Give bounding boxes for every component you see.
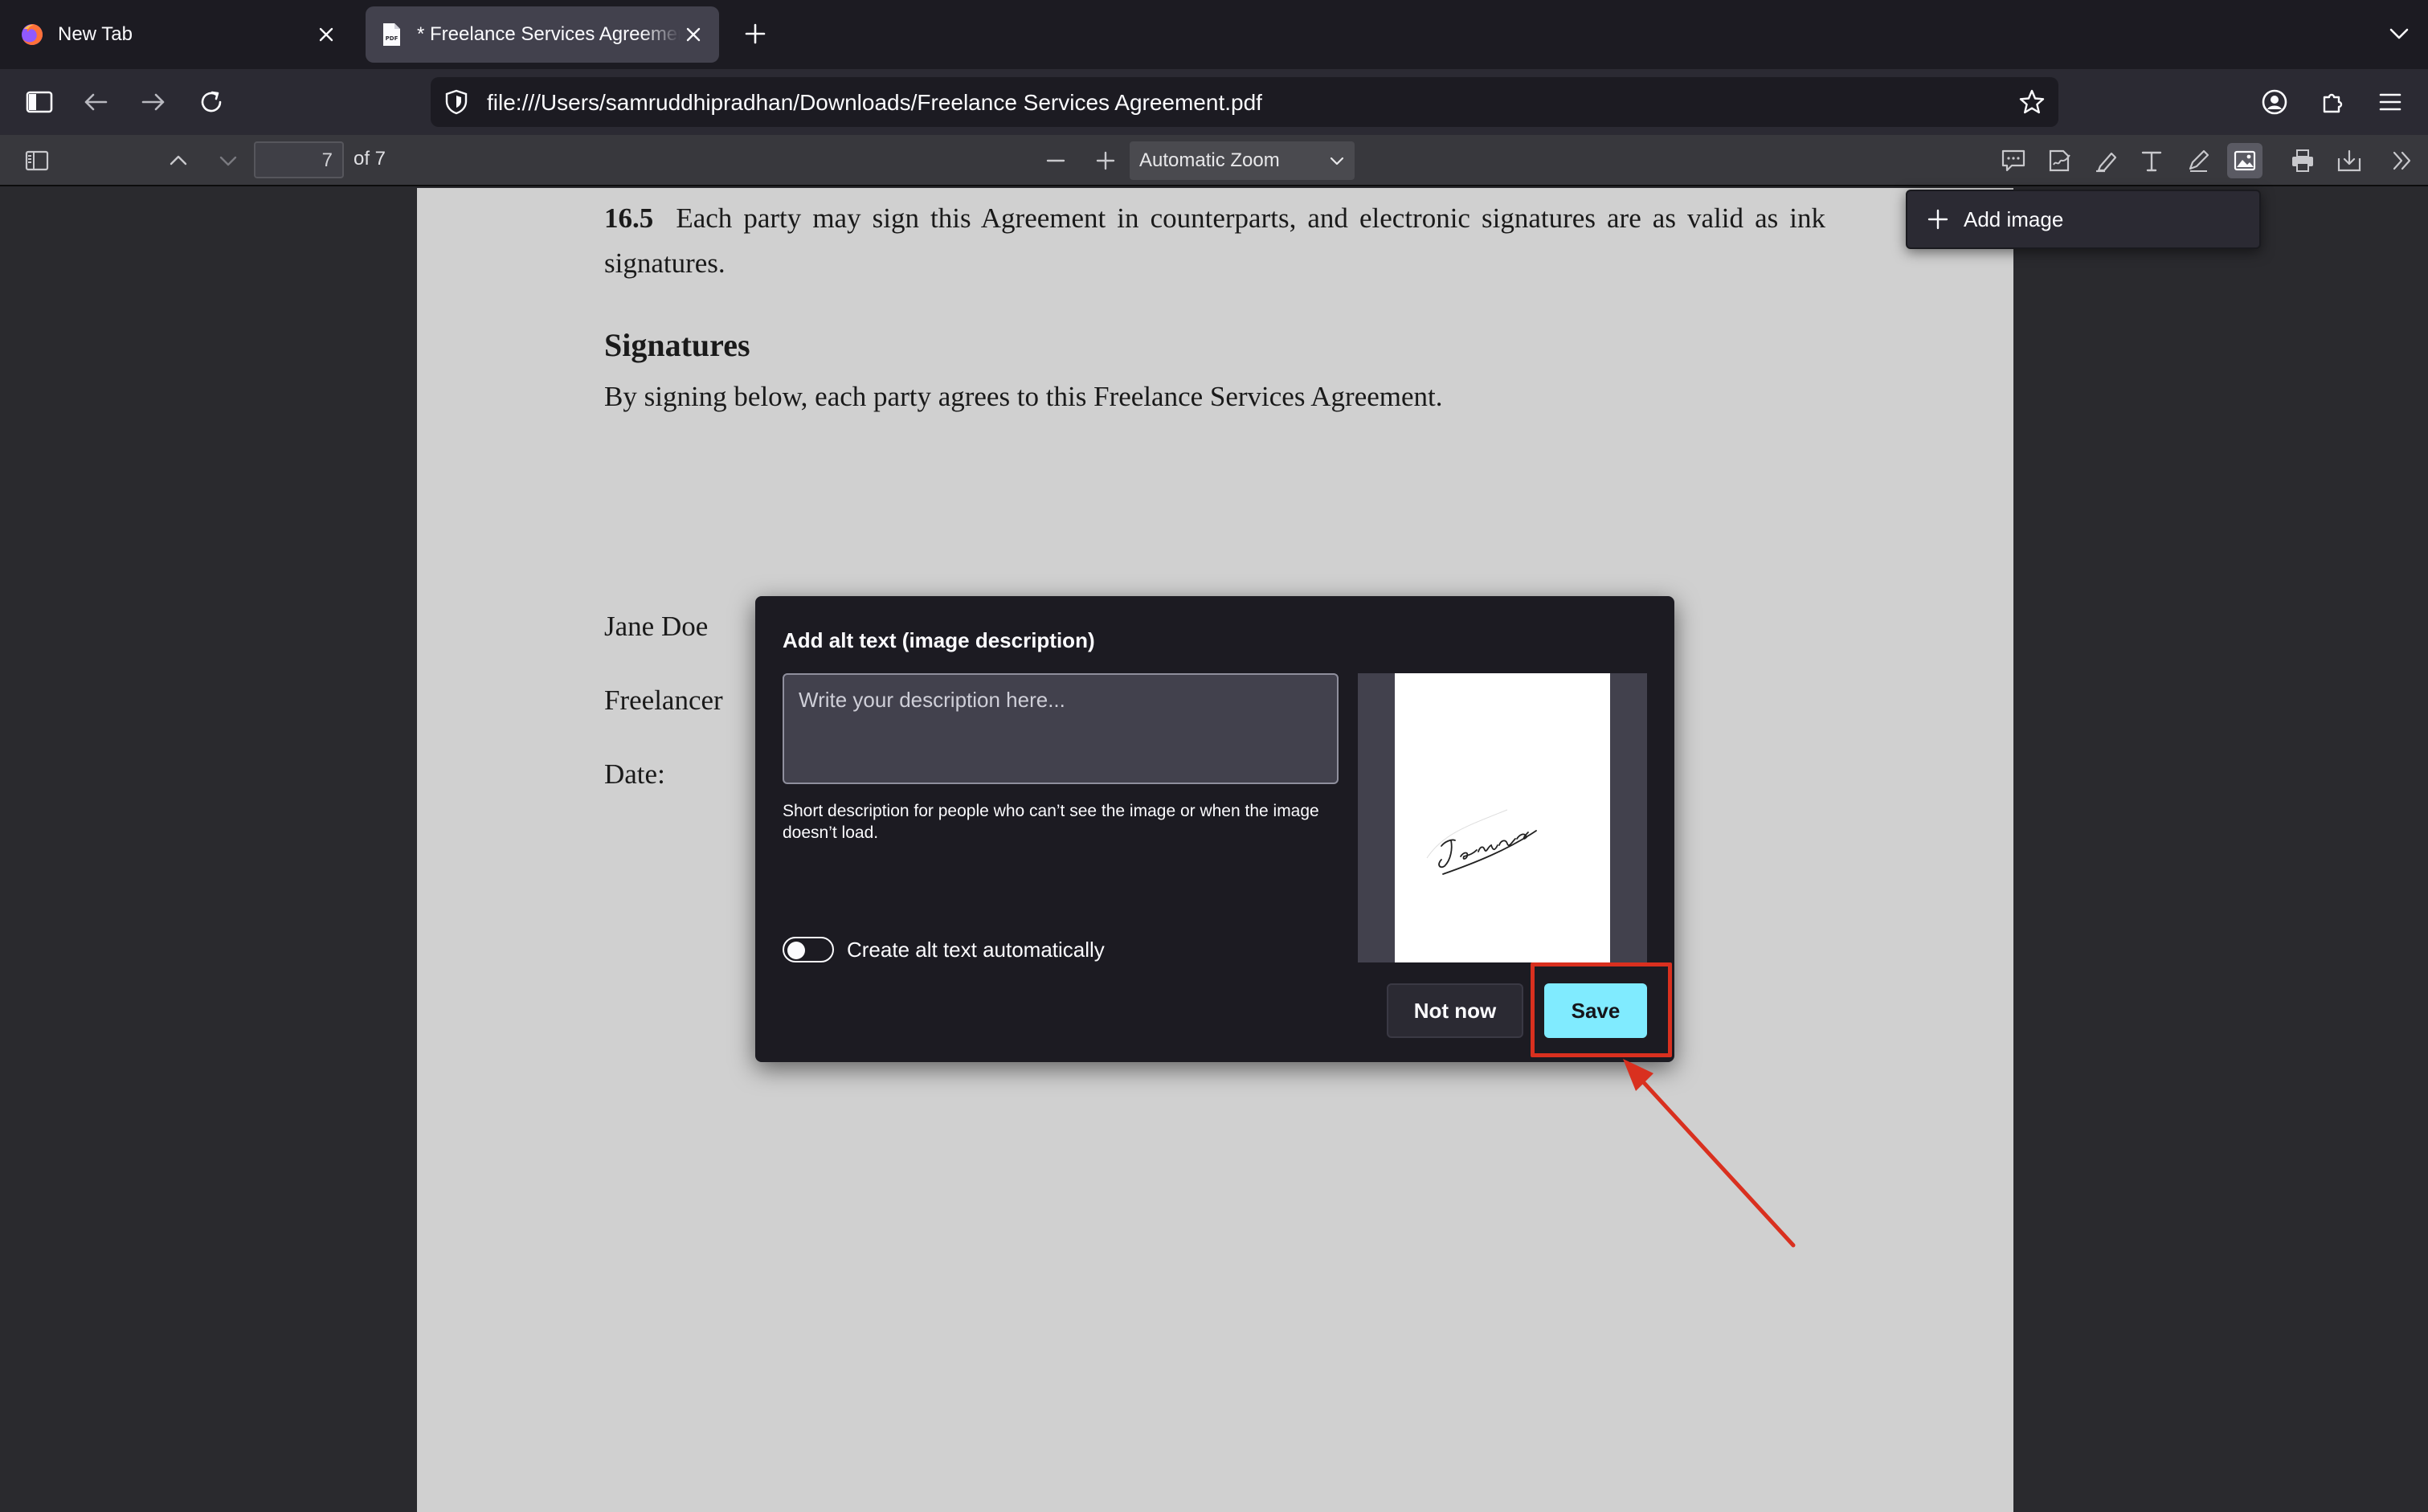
zoom-out-minus-icon[interactable] (1038, 143, 1073, 178)
reload-icon[interactable] (191, 82, 231, 122)
bookmark-star-icon[interactable] (2017, 87, 2047, 117)
alt-text-description-input[interactable]: Write your description here... (783, 673, 1339, 784)
zoom-select[interactable]: Automatic Zoom (1130, 141, 1355, 180)
hamburger-menu-icon[interactable] (2370, 82, 2410, 122)
signatures-heading: Signatures (604, 327, 750, 363)
toggle-knob (787, 942, 805, 959)
tab-pdf-document[interactable]: PDF * Freelance Services Agreement.pdf (366, 6, 719, 63)
chevron-down-icon[interactable] (2381, 16, 2417, 51)
new-tab-plus-icon[interactable] (738, 16, 773, 51)
navigation-toolbar: file:///Users/samruddhipradhan/Downloads… (0, 69, 2428, 135)
page-number-input[interactable]: 7 (254, 141, 344, 178)
add-image-button[interactable]: Add image (1906, 190, 2261, 249)
save-download-icon[interactable] (2332, 143, 2367, 178)
clause-number: 16.5 (604, 202, 654, 234)
tracking-protection-shield-icon[interactable] (442, 88, 471, 116)
close-tab-icon[interactable] (681, 22, 706, 47)
previous-page-chevron-up-icon[interactable] (161, 143, 196, 178)
save-highlight-annotation (1531, 962, 1672, 1057)
highlight-icon[interactable] (2089, 143, 2124, 178)
extensions-puzzle-icon[interactable] (2312, 82, 2352, 122)
dialog-title: Add alt text (image description) (783, 628, 1095, 652)
chevron-down-icon (1327, 151, 1347, 170)
image-preview-frame: Jenna (1358, 673, 1647, 962)
text-tool-icon[interactable] (2134, 143, 2169, 178)
signer-role: Freelancer (604, 684, 723, 716)
pointer-arrow-annotation (1623, 1059, 1796, 1248)
print-icon[interactable] (2285, 143, 2320, 178)
plus-icon (1927, 208, 1949, 231)
comment-icon[interactable] (1996, 143, 2031, 178)
next-page-chevron-down-icon[interactable] (211, 143, 246, 178)
draw-pen-icon[interactable] (2181, 143, 2216, 178)
tab-new-tab[interactable]: New Tab (6, 6, 352, 63)
signer-name: Jane Doe (604, 611, 709, 642)
svg-text:PDF: PDF (386, 35, 399, 42)
signatures-intro: By signing below, each party agrees to t… (604, 381, 1443, 412)
forward-arrow-icon[interactable] (133, 82, 174, 122)
tab-title: * Freelance Services Agreement.pdf (417, 23, 681, 45)
sidebar-toggle-icon[interactable] (19, 82, 59, 122)
clause-text: Each party may sign this Agreement in co… (604, 202, 1826, 279)
add-image-tool-icon[interactable] (2227, 143, 2262, 178)
back-arrow-icon[interactable] (76, 82, 116, 122)
signature-text: Jenna (1535, 829, 1538, 831)
tab-strip: New Tab PDF * Freelance Services Agreeme… (0, 0, 2428, 69)
zoom-select-value: Automatic Zoom (1139, 149, 1280, 171)
auto-alt-text-toggle[interactable] (783, 937, 834, 962)
tools-double-chevron-icon[interactable] (2385, 143, 2420, 178)
tab-title: New Tab (58, 23, 133, 45)
zoom-in-plus-icon[interactable] (1088, 143, 1123, 178)
page-count-label: of 7 (354, 148, 386, 170)
close-tab-icon[interactable] (313, 22, 339, 47)
dialog-help-text: Short description for people who can’t s… (783, 802, 1319, 842)
toggle-sidebar-icon[interactable] (19, 143, 55, 178)
auto-alt-text-label: Create alt text automatically (847, 938, 1105, 962)
url-text: file:///Users/samruddhipradhan/Downloads… (487, 90, 1262, 115)
not-now-button[interactable]: Not now (1387, 983, 1523, 1038)
signature-image-preview: Jenna (1395, 673, 1610, 962)
date-label: Date: (604, 758, 665, 790)
firefox-icon (19, 22, 45, 47)
url-bar[interactable]: file:///Users/samruddhipradhan/Downloads… (431, 77, 2058, 127)
add-image-label: Add image (1964, 206, 2064, 231)
pdf-toolbar: 7 of 7 Automatic Zoom (0, 135, 2428, 186)
account-icon[interactable] (2254, 82, 2295, 122)
pdf-file-icon: PDF (378, 22, 404, 47)
signature-icon[interactable] (2042, 143, 2078, 178)
clause-paragraph: 16.5 Each party may sign this Agreement … (604, 196, 1825, 286)
